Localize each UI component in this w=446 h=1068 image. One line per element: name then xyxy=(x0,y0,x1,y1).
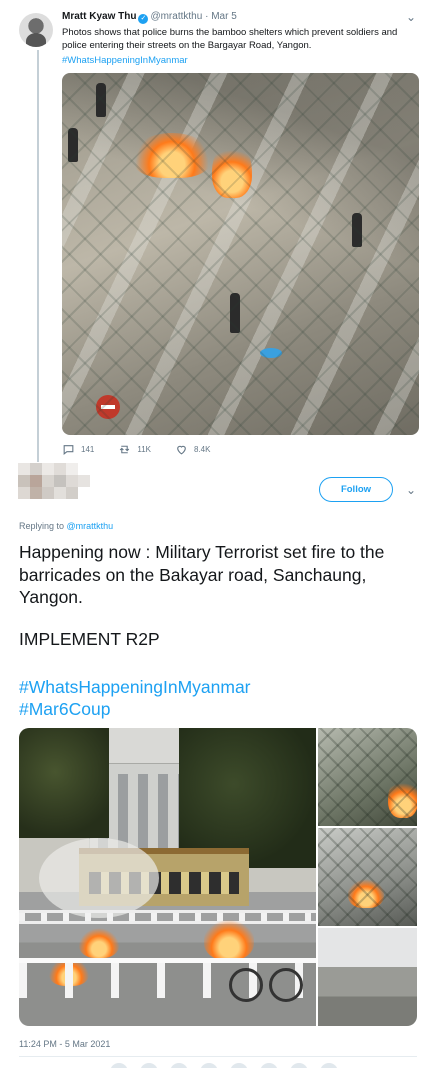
photo-bicycle-wheel xyxy=(229,968,263,1002)
replying-to-prefix: Replying to xyxy=(19,521,67,531)
photo-fire xyxy=(79,928,119,958)
avatar[interactable] xyxy=(19,13,53,47)
tweet-header: Mratt Kyaw Thu ✓ @mrattkthu · Mar 5 xyxy=(62,11,237,24)
photo-fence-overlay xyxy=(62,73,419,435)
photo-trees xyxy=(179,728,316,868)
photo-fence-overlay xyxy=(318,828,417,926)
avatar[interactable] xyxy=(320,1063,338,1068)
liker-avatars xyxy=(110,1063,338,1068)
avatar[interactable] xyxy=(230,1063,248,1068)
tweet-text: Photos shows that police burns the bambo… xyxy=(62,27,398,51)
photo-trees xyxy=(19,728,109,838)
like-button[interactable]: 8.4K xyxy=(175,443,210,456)
photo-fence-overlay xyxy=(318,728,417,826)
tweet-date[interactable]: Mar 5 xyxy=(211,11,237,22)
author-handle[interactable]: @mrattkthu xyxy=(150,11,202,22)
like-count: 8.4K xyxy=(194,445,211,454)
photo-smoke xyxy=(39,838,159,918)
replying-to: Replying to @mrattkthu xyxy=(19,521,113,531)
avatar[interactable] xyxy=(200,1063,218,1068)
author-name[interactable]: Mratt Kyaw Thu xyxy=(62,11,136,22)
gallery-photo-main[interactable] xyxy=(19,728,316,1026)
follow-button[interactable]: Follow xyxy=(319,477,393,502)
avatar[interactable] xyxy=(110,1063,128,1068)
tweet-text: Happening now : Military Terrorist set f… xyxy=(19,542,385,607)
gallery-photo-2[interactable] xyxy=(318,728,417,826)
reply-count: 141 xyxy=(81,445,95,454)
photo-gallery xyxy=(19,728,417,1026)
verified-badge-icon: ✓ xyxy=(138,14,149,24)
chevron-down-icon[interactable]: ⌄ xyxy=(406,10,416,24)
retweet-count: 11K xyxy=(137,445,151,454)
parent-tweet: Mratt Kyaw Thu ✓ @mrattkthu · Mar 5 ⌄ Phot… xyxy=(0,0,446,462)
avatar-pixelated[interactable] xyxy=(18,463,92,503)
avatar[interactable] xyxy=(170,1063,188,1068)
retweet-button[interactable]: 11K xyxy=(118,443,151,456)
photo-fire xyxy=(204,918,254,960)
gallery-photo-3[interactable] xyxy=(318,828,417,926)
chevron-down-icon[interactable]: ⌄ xyxy=(406,483,416,497)
retweet-icon xyxy=(120,445,130,454)
replying-to-handle-link[interactable]: @mrattkthu xyxy=(67,521,114,531)
reply-icon xyxy=(63,445,74,455)
gallery-photo-4[interactable] xyxy=(318,928,417,1026)
avatar[interactable] xyxy=(290,1063,308,1068)
heart-icon xyxy=(177,445,186,455)
divider xyxy=(19,1056,417,1057)
tweet-actions: 141 11K 8.4K xyxy=(62,443,210,456)
hashtag-link[interactable]: #Mar6Coup xyxy=(19,699,110,720)
avatar[interactable] xyxy=(260,1063,278,1068)
photo-bicycle-wheel xyxy=(269,968,303,1002)
tweet-timestamp[interactable]: 11:24 PM - 5 Mar 2021 xyxy=(19,1039,110,1049)
separator: · xyxy=(205,11,209,22)
avatar[interactable] xyxy=(140,1063,158,1068)
thread-line xyxy=(37,50,39,462)
photo-railing xyxy=(19,910,316,924)
hashtag-link[interactable]: #WhatsHappeningInMyanmar xyxy=(62,55,188,66)
hashtag-link[interactable]: #WhatsHappeningInMyanmar xyxy=(19,677,251,698)
reply-button[interactable]: 141 xyxy=(62,443,94,456)
tweet-text-line: IMPLEMENT R2P xyxy=(19,629,160,649)
tweet-photo[interactable] xyxy=(62,73,419,435)
